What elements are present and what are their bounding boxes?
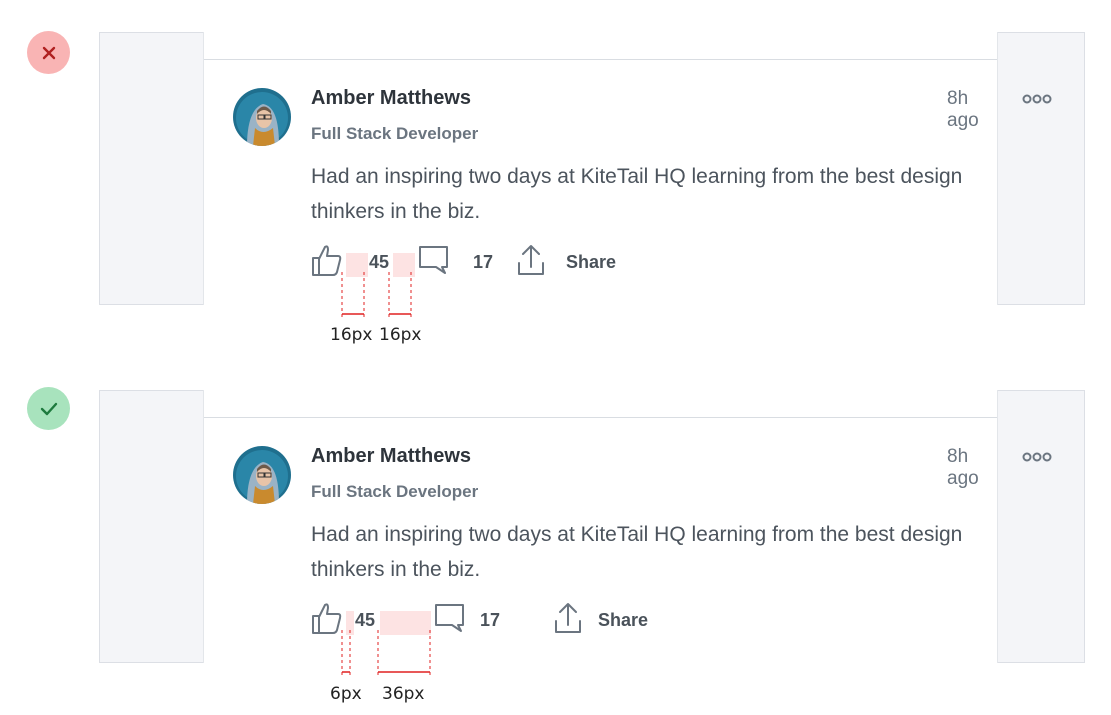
spacing-measure-lines [341, 630, 431, 676]
measure-label: 16px [379, 325, 422, 345]
share-icon [555, 603, 581, 633]
x-icon [42, 46, 55, 59]
incorrect-badge [27, 31, 70, 74]
measure-label: 36px [382, 684, 425, 704]
author-name[interactable]: Amber Matthews [311, 87, 471, 110]
author-name[interactable]: Amber Matthews [311, 445, 471, 468]
spacing-measure-lines [341, 272, 412, 318]
avatar[interactable] [233, 88, 291, 146]
comment-count: 17 [480, 610, 501, 630]
post-body: Had an inspiring two days at KiteTail HQ… [311, 523, 963, 581]
avatar[interactable] [233, 446, 291, 504]
author-role: Full Stack Developer [311, 124, 479, 143]
share-icon [518, 245, 544, 275]
share-label[interactable]: Share [598, 610, 648, 631]
share-label[interactable]: Share [566, 252, 616, 273]
post-card: Amber Matthews Full Stack Developer 8h a… [203, 32, 1052, 305]
share-button[interactable] [516, 243, 546, 282]
more-options-icon[interactable] [1022, 92, 1052, 110]
post-frame: Amber Matthews Full Stack Developer 8h a… [99, 390, 1085, 663]
measure-label: 16px [330, 325, 373, 345]
post-frame: Amber Matthews Full Stack Developer 8h a… [99, 32, 1085, 305]
author-role: Full Stack Developer [311, 482, 479, 501]
post-timestamp: 8h ago [947, 446, 979, 489]
measure-label: 6px [330, 684, 362, 704]
share-button[interactable] [553, 601, 583, 640]
more-options-icon[interactable] [1022, 450, 1052, 468]
correct-badge [27, 387, 70, 430]
card-divider [204, 417, 997, 418]
post-card: Amber Matthews Full Stack Developer 8h a… [203, 390, 1052, 663]
comment-count: 17 [473, 252, 494, 272]
post-timestamp: 8h ago [947, 88, 979, 131]
card-divider [204, 59, 997, 60]
check-icon [40, 402, 57, 415]
post-body: Had an inspiring two days at KiteTail HQ… [311, 165, 963, 223]
